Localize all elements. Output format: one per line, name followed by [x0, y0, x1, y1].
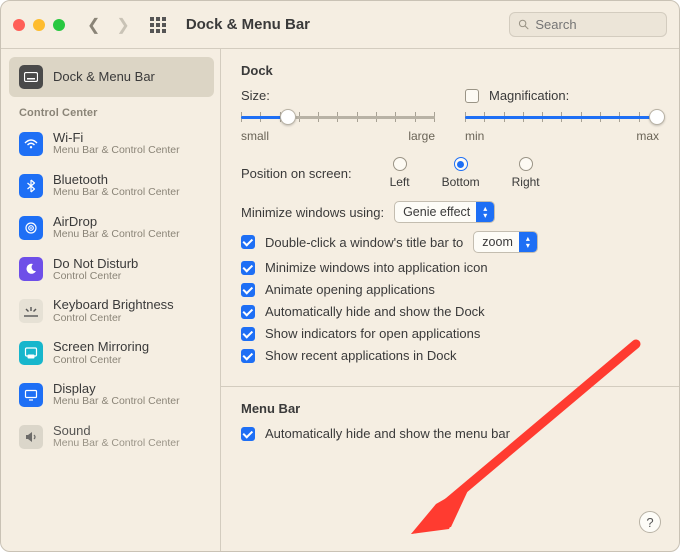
sidebar-item-label: Display: [53, 382, 180, 396]
minimize-using-select[interactable]: Genie effect▴▾: [394, 201, 495, 223]
sound-icon: [19, 425, 43, 449]
chevron-updown-icon: ▴▾: [519, 232, 537, 252]
show-indicators-checkbox[interactable]: [241, 327, 255, 341]
sidebar-item-sublabel: Control Center: [53, 271, 138, 283]
sidebar-item-sublabel: Menu Bar & Control Center: [53, 187, 180, 199]
size-label: Size:: [241, 88, 435, 103]
select-value: zoom: [482, 235, 519, 249]
dock-heading: Dock: [241, 63, 659, 78]
mag-max-label: max: [636, 129, 659, 143]
sidebar-item-dnd[interactable]: Do Not DisturbControl Center: [9, 249, 214, 291]
autohide-dock-checkbox[interactable]: [241, 305, 255, 319]
radio-label: Bottom: [442, 175, 480, 189]
sidebar-item-label: Screen Mirroring: [53, 340, 149, 354]
sidebar-item-label: Dock & Menu Bar: [53, 70, 155, 84]
sidebar-item-sublabel: Menu Bar & Control Center: [53, 229, 180, 241]
size-max-label: large: [408, 129, 435, 143]
sidebar-item-label: AirDrop: [53, 215, 180, 229]
size-min-label: small: [241, 129, 269, 143]
show-all-icon[interactable]: [150, 17, 166, 33]
sidebar-item-label: Do Not Disturb: [53, 257, 138, 271]
moon-icon: [19, 257, 43, 281]
opt-label: Show indicators for open applications: [265, 326, 480, 341]
animate-opening-checkbox[interactable]: [241, 283, 255, 297]
dbl-click-label: Double-click a window's title bar to: [265, 235, 463, 250]
sidebar-item-label: Keyboard Brightness: [53, 298, 174, 312]
opt-label: Animate opening applications: [265, 282, 435, 297]
forward-button[interactable]: ❯: [116, 15, 129, 35]
sidebar-item-label: Bluetooth: [53, 173, 180, 187]
sidebar-item-display[interactable]: DisplayMenu Bar & Control Center: [9, 374, 214, 416]
sidebar-item-sublabel: Menu Bar & Control Center: [53, 145, 180, 157]
sidebar-item-label: Wi-Fi: [53, 131, 180, 145]
dbl-click-checkbox[interactable]: [241, 235, 255, 249]
screen-mirroring-icon: [19, 341, 43, 365]
sidebar-item-sound[interactable]: SoundMenu Bar & Control Center: [9, 416, 214, 458]
radio-label: Right: [512, 175, 540, 189]
sidebar-item-sublabel: Menu Bar & Control Center: [53, 396, 180, 408]
search-field[interactable]: [509, 12, 667, 37]
select-value: Genie effect: [403, 205, 476, 219]
bluetooth-icon: [19, 174, 43, 198]
show-recent-checkbox[interactable]: [241, 349, 255, 363]
dock-icon: [19, 65, 43, 89]
dbl-click-select[interactable]: zoom▴▾: [473, 231, 538, 253]
wifi-icon: [19, 132, 43, 156]
airdrop-icon: [19, 216, 43, 240]
search-input[interactable]: [535, 17, 658, 32]
sidebar-item-sublabel: Menu Bar & Control Center: [53, 438, 180, 450]
sidebar-item-bluetooth[interactable]: BluetoothMenu Bar & Control Center: [9, 165, 214, 207]
dock-section: Dock Size: small large Magnification:: [221, 49, 679, 386]
opt-label: Minimize windows into application icon: [265, 260, 488, 275]
radio-label: Left: [390, 175, 410, 189]
sidebar-item-label: Sound: [53, 424, 180, 438]
sidebar-section-header: Control Center: [9, 97, 214, 123]
nav-arrows: ❮ ❯: [87, 15, 130, 35]
minimize-window-button[interactable]: [33, 19, 45, 31]
position-right[interactable]: Right: [512, 157, 540, 189]
window-title: Dock & Menu Bar: [186, 16, 310, 33]
sidebar-item-wifi[interactable]: Wi-FiMenu Bar & Control Center: [9, 123, 214, 165]
sidebar-item-dock-menubar[interactable]: Dock & Menu Bar: [9, 57, 214, 97]
menubar-heading: Menu Bar: [241, 401, 659, 416]
sidebar-item-airdrop[interactable]: AirDropMenu Bar & Control Center: [9, 207, 214, 249]
sidebar-item-keyboard-brightness[interactable]: Keyboard BrightnessControl Center: [9, 290, 214, 332]
position-bottom[interactable]: Bottom: [442, 157, 480, 189]
minimize-into-icon-checkbox[interactable]: [241, 261, 255, 275]
menubar-section: Menu Bar Automatically hide and show the…: [221, 387, 679, 477]
magnification-slider[interactable]: [465, 107, 659, 127]
magnification-checkbox[interactable]: [465, 89, 479, 103]
opt-label: Automatically hide and show the Dock: [265, 304, 485, 319]
zoom-window-button[interactable]: [53, 19, 65, 31]
chevron-updown-icon: ▴▾: [476, 202, 494, 222]
size-slider[interactable]: [241, 107, 435, 127]
sidebar-item-sublabel: Control Center: [53, 313, 174, 325]
search-icon: [518, 18, 529, 31]
titlebar: ❮ ❯ Dock & Menu Bar: [1, 1, 679, 49]
sidebar-item-screen-mirroring[interactable]: Screen MirroringControl Center: [9, 332, 214, 374]
magnification-label: Magnification:: [489, 88, 569, 103]
minimize-using-label: Minimize windows using:: [241, 205, 384, 220]
keyboard-brightness-icon: [19, 299, 43, 323]
position-label: Position on screen:: [241, 166, 352, 181]
sidebar-item-sublabel: Control Center: [53, 355, 149, 367]
opt-label: Show recent applications in Dock: [265, 348, 457, 363]
display-icon: [19, 383, 43, 407]
mag-min-label: min: [465, 129, 484, 143]
autohide-menubar-checkbox[interactable]: [241, 427, 255, 441]
content-pane[interactable]: Dock Size: small large Magnification:: [221, 49, 679, 551]
close-window-button[interactable]: [13, 19, 25, 31]
window-controls: [13, 19, 65, 31]
help-label: ?: [646, 515, 653, 530]
sidebar[interactable]: Dock & Menu Bar Control Center Wi-FiMenu…: [1, 49, 221, 551]
back-button[interactable]: ❮: [87, 15, 100, 35]
help-button[interactable]: ?: [639, 511, 661, 533]
position-left[interactable]: Left: [390, 157, 410, 189]
autohide-menubar-label: Automatically hide and show the menu bar: [265, 426, 510, 441]
